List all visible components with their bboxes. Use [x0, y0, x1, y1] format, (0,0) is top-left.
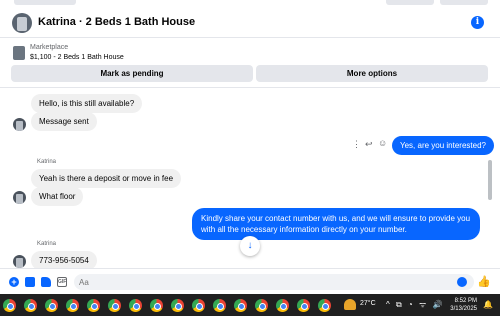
- sender-name: Katrina: [37, 241, 57, 247]
- message-bubble-incoming[interactable]: Hello, is this still available?: [31, 94, 143, 113]
- katrina-avatar[interactable]: [13, 255, 26, 268]
- listing-title[interactable]: $1,100 - 2 Beds 1 Bath House: [30, 54, 124, 61]
- emoji-icon[interactable]: [457, 277, 467, 287]
- marketplace-label: Marketplace: [30, 44, 69, 51]
- chrome-taskbar-icon[interactable]: [87, 299, 100, 312]
- message-bubble-incoming[interactable]: Yeah is there a deposit or move in fee: [31, 169, 182, 188]
- chrome-taskbar-icon[interactable]: [150, 299, 163, 312]
- chrome-taskbar-icon[interactable]: [297, 299, 310, 312]
- browser-chrome: [0, 0, 500, 8]
- notification-bell-icon[interactable]: 🔔: [483, 300, 493, 309]
- conversation-header: Katrina · 2 Beds 1 Bath House i: [0, 8, 500, 38]
- contact-avatar[interactable]: [12, 13, 32, 33]
- system-tray-icons[interactable]: ^ ⧉ ◔ ᯤ 🔊: [386, 299, 444, 310]
- weather-icon[interactable]: [344, 299, 356, 310]
- chrome-taskbar-icon[interactable]: [255, 299, 268, 312]
- chrome-taskbar-icon[interactable]: [192, 299, 205, 312]
- plus-icon[interactable]: +: [9, 277, 19, 287]
- scroll-to-bottom-button[interactable]: ↓: [240, 236, 260, 256]
- message-thread: Hello, is this still available? Message …: [0, 88, 500, 268]
- katrina-avatar[interactable]: [13, 191, 26, 204]
- chrome-taskbar-icon[interactable]: [276, 299, 289, 312]
- message-bubble-outgoing[interactable]: Yes, are you interested?: [392, 136, 494, 155]
- message-composer: + GIF 👍: [0, 268, 500, 294]
- message-bubble-incoming[interactable]: Message sent: [31, 112, 97, 131]
- message-bubble-incoming[interactable]: What floor: [31, 187, 84, 206]
- gif-icon[interactable]: GIF: [57, 277, 67, 287]
- chrome-taskbar-icon[interactable]: [66, 299, 79, 312]
- chrome-taskbar-icon[interactable]: [129, 299, 142, 312]
- like-icon[interactable]: 👍: [477, 275, 491, 288]
- clock-time: 8:52 PM: [454, 298, 477, 304]
- chrome-taskbar-icon[interactable]: [45, 299, 58, 312]
- scrollbar-thumb[interactable]: [488, 160, 492, 200]
- photo-icon[interactable]: [25, 277, 35, 287]
- browser-tab-stub[interactable]: [386, 0, 434, 5]
- chrome-taskbar-icon[interactable]: [171, 299, 184, 312]
- reply-icon[interactable]: ↩: [365, 139, 373, 150]
- listing-thumbnail[interactable]: [13, 46, 25, 60]
- react-icon[interactable]: ☺: [378, 138, 387, 148]
- taskbar: 27°C ^ ⧉ ◔ ᯤ 🔊 8:52 PM 3/13/2025 🔔: [0, 294, 500, 316]
- sticker-icon[interactable]: [41, 277, 51, 287]
- weather-temperature[interactable]: 27°C: [360, 300, 376, 307]
- browser-tab-stub[interactable]: [14, 0, 76, 5]
- chrome-taskbar-icon[interactable]: [234, 299, 247, 312]
- sender-name: Katrina: [37, 159, 57, 165]
- more-options-button[interactable]: More options: [256, 65, 488, 82]
- message-input[interactable]: [74, 274, 474, 290]
- chrome-taskbar-icon[interactable]: [24, 299, 37, 312]
- mark-as-pending-button[interactable]: Mark as pending: [11, 65, 253, 82]
- message-bubble-incoming[interactable]: 773-956-5054: [31, 251, 97, 268]
- buyer-avatar[interactable]: [13, 118, 26, 131]
- chrome-taskbar-icon[interactable]: [108, 299, 121, 312]
- chrome-taskbar-icon[interactable]: [213, 299, 226, 312]
- chrome-taskbar-icon[interactable]: [3, 299, 16, 312]
- conversation-title[interactable]: Katrina · 2 Beds 1 Bath House: [38, 16, 195, 28]
- chrome-taskbar-icon[interactable]: [318, 299, 331, 312]
- marketplace-panel: Marketplace $1,100 - 2 Beds 1 Bath House…: [0, 38, 500, 88]
- clock[interactable]: 8:52 PM 3/13/2025: [447, 297, 477, 313]
- message-bubble-outgoing[interactable]: Kindly share your contact number with us…: [192, 208, 480, 240]
- clock-date: 3/13/2025: [450, 306, 477, 312]
- browser-tab-stub[interactable]: [440, 0, 488, 5]
- info-icon[interactable]: i: [471, 16, 484, 29]
- more-actions-icon[interactable]: ⋮: [352, 139, 361, 150]
